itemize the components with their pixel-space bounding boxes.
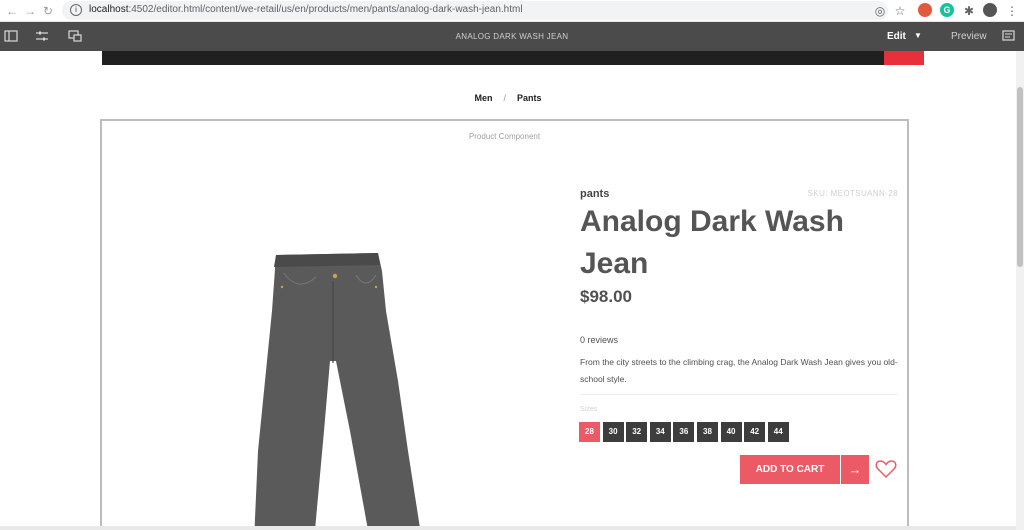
size-option-32[interactable]: 32	[626, 422, 648, 442]
scrollbar-thumb[interactable]	[1017, 87, 1023, 267]
chevron-down-icon[interactable]: ▼	[914, 31, 922, 40]
size-option-40[interactable]: 40	[720, 422, 742, 442]
sizes-label: Sizes	[580, 406, 598, 413]
heart-icon[interactable]	[875, 458, 897, 480]
back-icon[interactable]: ←	[4, 3, 20, 19]
size-option-36[interactable]: 36	[673, 422, 695, 442]
location-icon[interactable]: ◎	[872, 3, 888, 19]
address-bar[interactable]: i localhost:4502/editor.html/content/we-…	[62, 1, 888, 20]
add-to-cart-button[interactable]: ADD TO CART	[740, 455, 840, 484]
size-option-44[interactable]: 44	[767, 422, 789, 442]
grammarly-icon[interactable]: G	[940, 3, 954, 17]
page-content: Men / Pants Product Component pants SKU: M…	[0, 51, 1016, 530]
info-icon[interactable]: i	[70, 4, 82, 16]
extension-icon[interactable]	[918, 3, 932, 17]
size-option-30[interactable]: 30	[602, 422, 624, 442]
breadcrumb-separator: /	[503, 93, 506, 103]
page-title: ANALOG DARK WASH JEAN	[455, 32, 569, 41]
arrow-right-icon[interactable]: →	[841, 455, 869, 484]
preview-button[interactable]: Preview	[951, 31, 987, 42]
size-option-34[interactable]: 34	[649, 422, 671, 442]
reload-icon[interactable]: ↻	[40, 3, 56, 19]
product-image	[254, 253, 421, 530]
product-component[interactable]: Product Component pants SKU: MEOTSUANN-2…	[100, 119, 909, 530]
reviews-count[interactable]: 0 reviews	[580, 335, 618, 345]
size-option-28[interactable]: 28	[579, 422, 600, 442]
breadcrumb-item-men[interactable]: Men	[474, 93, 492, 103]
product-sku: SKU: MEOTSUANN-28	[807, 189, 898, 198]
mode-selector[interactable]: Edit	[887, 31, 906, 42]
forward-icon[interactable]: →	[22, 3, 38, 19]
vertical-scrollbar[interactable]	[1016, 51, 1024, 530]
avatar[interactable]	[983, 3, 997, 17]
menu-icon[interactable]: ⋮	[1004, 3, 1020, 19]
annotations-icon[interactable]	[1002, 30, 1016, 42]
editor-toolbar: ANALOG DARK WASH JEAN Edit ▼ Preview	[0, 22, 1024, 51]
url-text[interactable]: localhost:4502/editor.html/content/we-re…	[89, 4, 523, 15]
size-option-38[interactable]: 38	[696, 422, 718, 442]
url-path: :4502/editor.html/content/we-retail/us/e…	[128, 4, 523, 15]
breadcrumb: Men / Pants	[0, 93, 1016, 103]
url-host: localhost	[89, 4, 129, 15]
header-accent[interactable]	[884, 51, 924, 65]
horizontal-scrollbar[interactable]	[0, 526, 1016, 530]
site-header[interactable]	[102, 51, 884, 65]
divider	[580, 394, 898, 395]
component-label: Product Component	[468, 132, 541, 141]
star-icon[interactable]: ☆	[892, 3, 908, 19]
size-option-42[interactable]: 42	[744, 422, 766, 442]
browser-toolbar: ← → ↻ i localhost:4502/editor.html/conte…	[0, 0, 1024, 22]
breadcrumb-item-pants[interactable]: Pants	[517, 93, 542, 103]
size-selector: 28 30 32 34 36 38 40 42 44	[579, 422, 791, 442]
product-category: pants	[580, 188, 610, 200]
product-price: $98.00	[580, 287, 632, 306]
product-title: Analog Dark Wash Jean	[580, 205, 844, 280]
puzzle-icon[interactable]: ✱	[961, 3, 977, 19]
product-description: From the city streets to the climbing cr…	[580, 357, 898, 384]
